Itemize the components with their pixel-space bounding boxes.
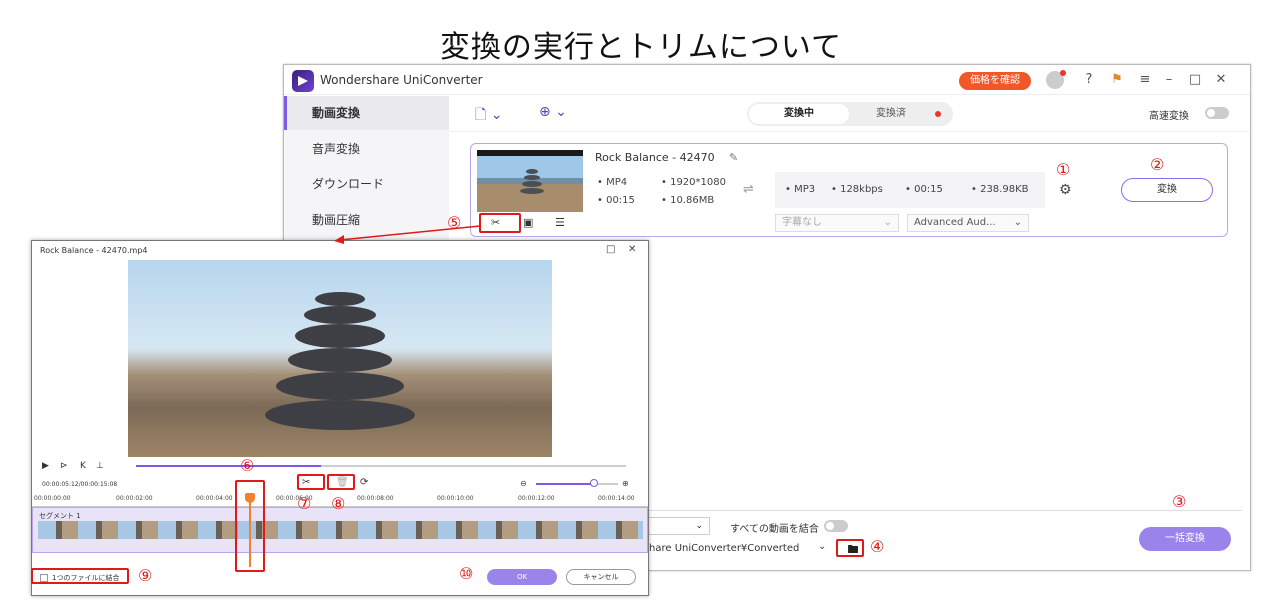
merge-toggle[interactable]	[824, 520, 848, 532]
toolbar: 🗋 ⌄ ⊕ ⌄ 変換中 変換済 高速変換	[449, 96, 1249, 132]
target-format: MP3	[794, 184, 816, 195]
tab-converted[interactable]: 変換済	[851, 104, 931, 124]
next-frame-icon[interactable]: ⊥	[96, 461, 104, 471]
ruler-tick: 00:00:12:00	[518, 495, 555, 502]
highlight-cut-button	[297, 474, 325, 490]
ok-button[interactable]: OK	[487, 569, 557, 585]
annotation-2: ②	[1150, 155, 1165, 174]
highlight-folder-button	[836, 539, 864, 557]
source-duration: 00:15	[606, 195, 635, 206]
highlight-delete-button	[327, 474, 355, 490]
path-chevron-icon[interactable]: ⌄	[818, 541, 826, 552]
current-time: 00:00:05:12/00:00:15:08	[42, 481, 118, 488]
app-name: Wondershare UniConverter	[320, 73, 483, 87]
ruler-tick: 00:00:10:00	[437, 495, 474, 502]
settings-gear-icon[interactable]: ⚙	[1059, 182, 1072, 198]
audio-dropdown[interactable]: Advanced Aud... ⌄	[907, 214, 1029, 232]
segment-track[interactable]: セグメント 1	[32, 507, 648, 553]
play-icon[interactable]: ▶	[42, 461, 49, 471]
annotation-3: ③	[1172, 492, 1187, 511]
video-thumbnail[interactable]	[477, 150, 583, 212]
menu-icon[interactable]: ≡	[1136, 71, 1154, 89]
account-avatar-icon[interactable]	[1046, 70, 1066, 89]
convert-button[interactable]: 変換	[1121, 178, 1213, 202]
annotation-7: ⑦	[297, 494, 312, 513]
title-bar: Wondershare UniConverter 価格を確認 ? ⚑ ≡ – □…	[284, 65, 1250, 95]
target-size: 238.98KB	[980, 184, 1029, 195]
ruler-tick: 00:00:04:00	[196, 495, 233, 502]
shuffle-icon: ⇌	[743, 182, 754, 197]
prev-frame-icon[interactable]: K	[80, 461, 86, 471]
sidebar-item-video-convert[interactable]: 動画変換	[284, 96, 449, 130]
dialog-close-icon[interactable]: ✕	[628, 244, 636, 255]
annotation-10: ⑩	[459, 564, 474, 583]
playback-progress[interactable]	[136, 465, 626, 467]
sidebar-item-download[interactable]: ダウンロード	[284, 167, 449, 201]
reset-icon[interactable]: ⟳	[360, 477, 368, 488]
status-tabs: 変換中 変換済	[747, 102, 953, 126]
annotation-1: ①	[1056, 160, 1071, 179]
minimize-icon[interactable]: –	[1160, 71, 1178, 89]
app-logo-icon	[292, 70, 314, 92]
notification-dot	[935, 111, 941, 117]
annotation-8: ⑧	[331, 494, 346, 513]
crop-icon[interactable]: ▣	[523, 216, 533, 229]
source-resolution: 1920*1080	[670, 177, 726, 188]
zoom-slider-knob[interactable]	[590, 479, 598, 487]
file-card: Rock Balance - 42470 ✎ • MP4 • 1920*1080…	[470, 143, 1228, 237]
high-speed-label: 高速変換	[1149, 111, 1189, 122]
subtitle-dropdown[interactable]: 字幕なし ⌄	[775, 214, 899, 232]
merge-label: すべての動画を結合	[730, 524, 819, 535]
zoom-in-icon[interactable]: ⊕	[622, 479, 629, 488]
rename-icon[interactable]: ✎	[729, 151, 738, 164]
help-icon[interactable]: ?	[1080, 71, 1098, 89]
cancel-button[interactable]: キャンセル	[566, 569, 636, 585]
annotation-9: ⑨	[138, 566, 153, 585]
batch-convert-button[interactable]: 一括変換	[1139, 527, 1231, 551]
video-preview	[128, 260, 552, 457]
gift-icon[interactable]: ⚑	[1108, 71, 1126, 89]
zoom-slider[interactable]	[536, 483, 618, 485]
trim-dialog-title: Rock Balance - 42470.mp4	[40, 246, 148, 255]
source-format: MP4	[606, 177, 628, 188]
sidebar-item-audio-convert[interactable]: 音声変換	[284, 132, 449, 166]
maximize-icon[interactable]: □	[1186, 71, 1204, 89]
target-settings[interactable]: • MP3 • 128kbps • 00:15 • 238.98KB	[775, 172, 1045, 208]
add-file-icon[interactable]: 🗋 ⌄	[475, 104, 502, 128]
ruler-tick: 00:00:08:00	[357, 495, 394, 502]
file-title: Rock Balance - 42470	[595, 151, 715, 164]
zoom-out-icon[interactable]: ⊖	[520, 479, 527, 488]
highlight-combine-option	[31, 568, 129, 584]
ruler-tick: 00:00:14:00	[598, 495, 635, 502]
annotation-4: ④	[870, 537, 885, 556]
ruler-tick: 00:00:02:00	[116, 495, 153, 502]
output-path[interactable]: hare UniConverter¥Converted	[649, 543, 799, 554]
close-icon[interactable]: ✕	[1212, 71, 1230, 89]
price-check-button[interactable]: 価格を確認	[959, 72, 1031, 90]
page-title: 変換の実行とトリムについて	[439, 30, 843, 65]
filmstrip	[38, 521, 643, 539]
ruler-tick: 00:00:00:00	[34, 495, 71, 502]
effects-list-icon[interactable]: ☰	[555, 216, 565, 229]
target-bitrate: 128kbps	[840, 184, 883, 195]
add-dvd-icon[interactable]: ⊕ ⌄	[539, 104, 567, 120]
tab-converting[interactable]: 変換中	[749, 104, 849, 124]
pointer-arrow	[334, 225, 481, 244]
highlight-playhead	[235, 480, 265, 572]
annotation-6: ⑥	[240, 456, 255, 475]
high-speed-toggle[interactable]	[1205, 107, 1229, 119]
snapshot-icon[interactable]: ⊳	[60, 461, 68, 471]
source-size: 10.86MB	[670, 195, 715, 206]
target-duration: 00:15	[914, 184, 943, 195]
dialog-maximize-icon[interactable]: □	[606, 244, 615, 255]
trim-dialog: Rock Balance - 42470.mp4 □ ✕ ▶ ⊳ K ⊥ 00:…	[31, 240, 649, 596]
segment-label: セグメント 1	[39, 512, 81, 520]
